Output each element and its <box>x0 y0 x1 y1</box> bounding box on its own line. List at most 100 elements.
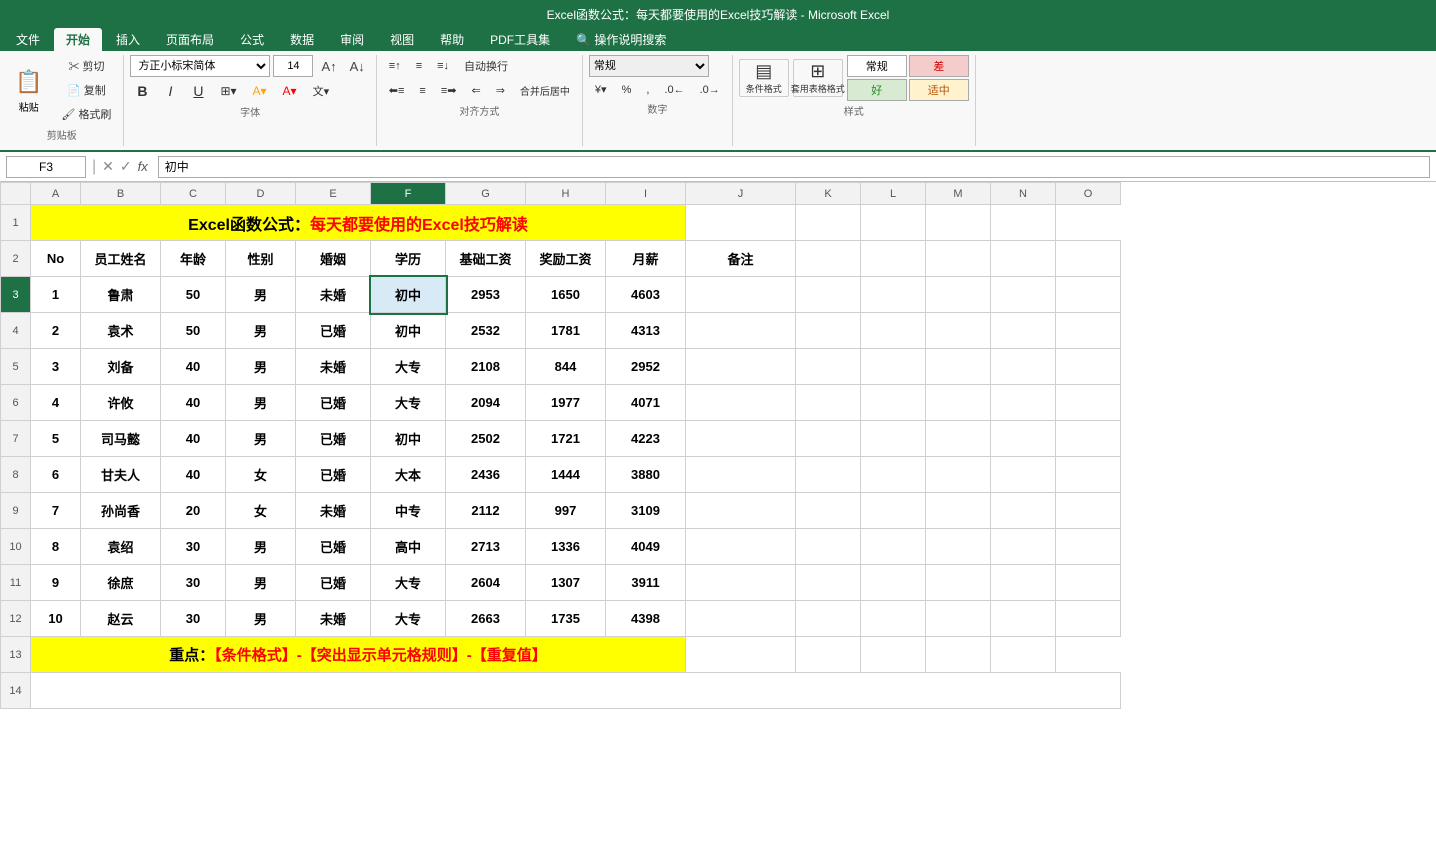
cell-5I[interactable]: 2952 <box>606 349 686 385</box>
col-header-N[interactable]: N <box>991 183 1056 205</box>
font-name-select[interactable]: 方正小标宋简体 <box>130 55 270 77</box>
cell-7A[interactable]: 5 <box>31 421 81 457</box>
cell-11H[interactable]: 1307 <box>526 565 606 601</box>
col-header-G[interactable]: G <box>446 183 526 205</box>
cell-11I[interactable]: 3911 <box>606 565 686 601</box>
cut-button[interactable]: ✂ 剪切 <box>55 55 117 77</box>
table-style-button[interactable]: ⊞ 套用表格格式 <box>793 59 843 97</box>
cell-8J[interactable] <box>686 457 796 493</box>
note-cell[interactable]: 重点：【条件格式】-【突出显示单元格规则】-【重复值】 <box>31 637 686 673</box>
spreadsheet[interactable]: A B C D E F G H I J K L M N O 1 <box>0 182 1436 858</box>
col-header-D[interactable]: D <box>226 183 296 205</box>
col-header-K[interactable]: K <box>796 183 861 205</box>
cell-6L[interactable] <box>861 385 926 421</box>
cell-7E[interactable]: 已婚 <box>296 421 371 457</box>
cell-9F[interactable]: 中专 <box>371 493 446 529</box>
cell-7C[interactable]: 40 <box>161 421 226 457</box>
cell-9N[interactable] <box>991 493 1056 529</box>
tab-file[interactable]: 文件 <box>4 28 52 51</box>
cell-13M[interactable] <box>861 637 926 673</box>
col-header-H[interactable]: H <box>526 183 606 205</box>
cell-8F[interactable]: 大本 <box>371 457 446 493</box>
cell-6A[interactable]: 4 <box>31 385 81 421</box>
tab-insert[interactable]: 插入 <box>104 28 152 51</box>
cell-10E[interactable]: 已婚 <box>296 529 371 565</box>
header-base-salary[interactable]: 基础工资 <box>446 241 526 277</box>
merge-center-button[interactable]: 合并后居中 <box>514 80 576 101</box>
cell-13L[interactable] <box>796 637 861 673</box>
header-age[interactable]: 年龄 <box>161 241 226 277</box>
cell-8D[interactable]: 女 <box>226 457 296 493</box>
cell-9M[interactable] <box>926 493 991 529</box>
cell-2L[interactable] <box>861 241 926 277</box>
fill-color-button[interactable]: A▾ <box>247 81 273 101</box>
conditional-format-button[interactable]: ▤ 条件格式 <box>739 59 789 97</box>
cell-9H[interactable]: 997 <box>526 493 606 529</box>
cell-9O[interactable] <box>1056 493 1121 529</box>
cell-6O[interactable] <box>1056 385 1121 421</box>
cell-2K[interactable] <box>796 241 861 277</box>
cell-6K[interactable] <box>796 385 861 421</box>
cell-5L[interactable] <box>861 349 926 385</box>
cell-8I[interactable]: 3880 <box>606 457 686 493</box>
cell-7F[interactable]: 初中 <box>371 421 446 457</box>
cell-11C[interactable]: 30 <box>161 565 226 601</box>
cell-7D[interactable]: 男 <box>226 421 296 457</box>
cell-8B[interactable]: 甘夫人 <box>81 457 161 493</box>
cell-1L[interactable] <box>796 205 861 241</box>
align-center-button[interactable]: ≡ <box>413 80 431 101</box>
cell-5K[interactable] <box>796 349 861 385</box>
header-no[interactable]: No <box>31 241 81 277</box>
cell-12I[interactable]: 4398 <box>606 601 686 637</box>
style-normal[interactable]: 常规 <box>847 55 907 77</box>
row-header-5[interactable]: 5 <box>1 349 31 385</box>
col-header-I[interactable]: I <box>606 183 686 205</box>
cell-1M[interactable] <box>861 205 926 241</box>
italic-button[interactable]: I <box>158 80 182 102</box>
style-moderate[interactable]: 适中 <box>909 79 969 101</box>
cell-8C[interactable]: 40 <box>161 457 226 493</box>
tab-review[interactable]: 审阅 <box>328 28 376 51</box>
cell-3N[interactable] <box>991 277 1056 313</box>
cell-6D[interactable]: 男 <box>226 385 296 421</box>
col-header-M[interactable]: M <box>926 183 991 205</box>
cell-3A[interactable]: 1 <box>31 277 81 313</box>
cell-9K[interactable] <box>796 493 861 529</box>
cell-11B[interactable]: 徐庶 <box>81 565 161 601</box>
cell-11J[interactable] <box>686 565 796 601</box>
cell-3E[interactable]: 未婚 <box>296 277 371 313</box>
col-header-E[interactable]: E <box>296 183 371 205</box>
cell-5O[interactable] <box>1056 349 1121 385</box>
cell-4F[interactable]: 初中 <box>371 313 446 349</box>
cell-9I[interactable]: 3109 <box>606 493 686 529</box>
cell-11E[interactable]: 已婚 <box>296 565 371 601</box>
cell-2N[interactable] <box>991 241 1056 277</box>
align-middle-button[interactable]: ≡ <box>410 55 428 77</box>
decrease-indent-button[interactable]: ⇐ <box>465 80 486 101</box>
cell-12E[interactable]: 未婚 <box>296 601 371 637</box>
col-header-O[interactable]: O <box>1056 183 1121 205</box>
cell-9A[interactable]: 7 <box>31 493 81 529</box>
cell-11M[interactable] <box>926 565 991 601</box>
cell-10D[interactable]: 男 <box>226 529 296 565</box>
cell-5J[interactable] <box>686 349 796 385</box>
col-header-F[interactable]: F <box>371 183 446 205</box>
cell-6J[interactable] <box>686 385 796 421</box>
cell-5N[interactable] <box>991 349 1056 385</box>
cell-2M[interactable] <box>926 241 991 277</box>
cell-5G[interactable]: 2108 <box>446 349 526 385</box>
col-header-J[interactable]: J <box>686 183 796 205</box>
number-format-select[interactable]: 常规 <box>589 55 709 77</box>
header-education[interactable]: 学历 <box>371 241 446 277</box>
cell-10C[interactable]: 30 <box>161 529 226 565</box>
align-top-button[interactable]: ≡↑ <box>383 55 407 77</box>
cell-6B[interactable]: 许攸 <box>81 385 161 421</box>
header-marriage[interactable]: 婚姻 <box>296 241 371 277</box>
cell-8G[interactable]: 2436 <box>446 457 526 493</box>
title-cell[interactable]: Excel函数公式：每天都要使用的Excel技巧解读 <box>31 205 686 241</box>
cell-1O[interactable] <box>991 205 1056 241</box>
col-header-A[interactable]: A <box>31 183 81 205</box>
cell-7L[interactable] <box>861 421 926 457</box>
increase-indent-button[interactable]: ⇒ <box>490 80 511 101</box>
cell-4N[interactable] <box>991 313 1056 349</box>
